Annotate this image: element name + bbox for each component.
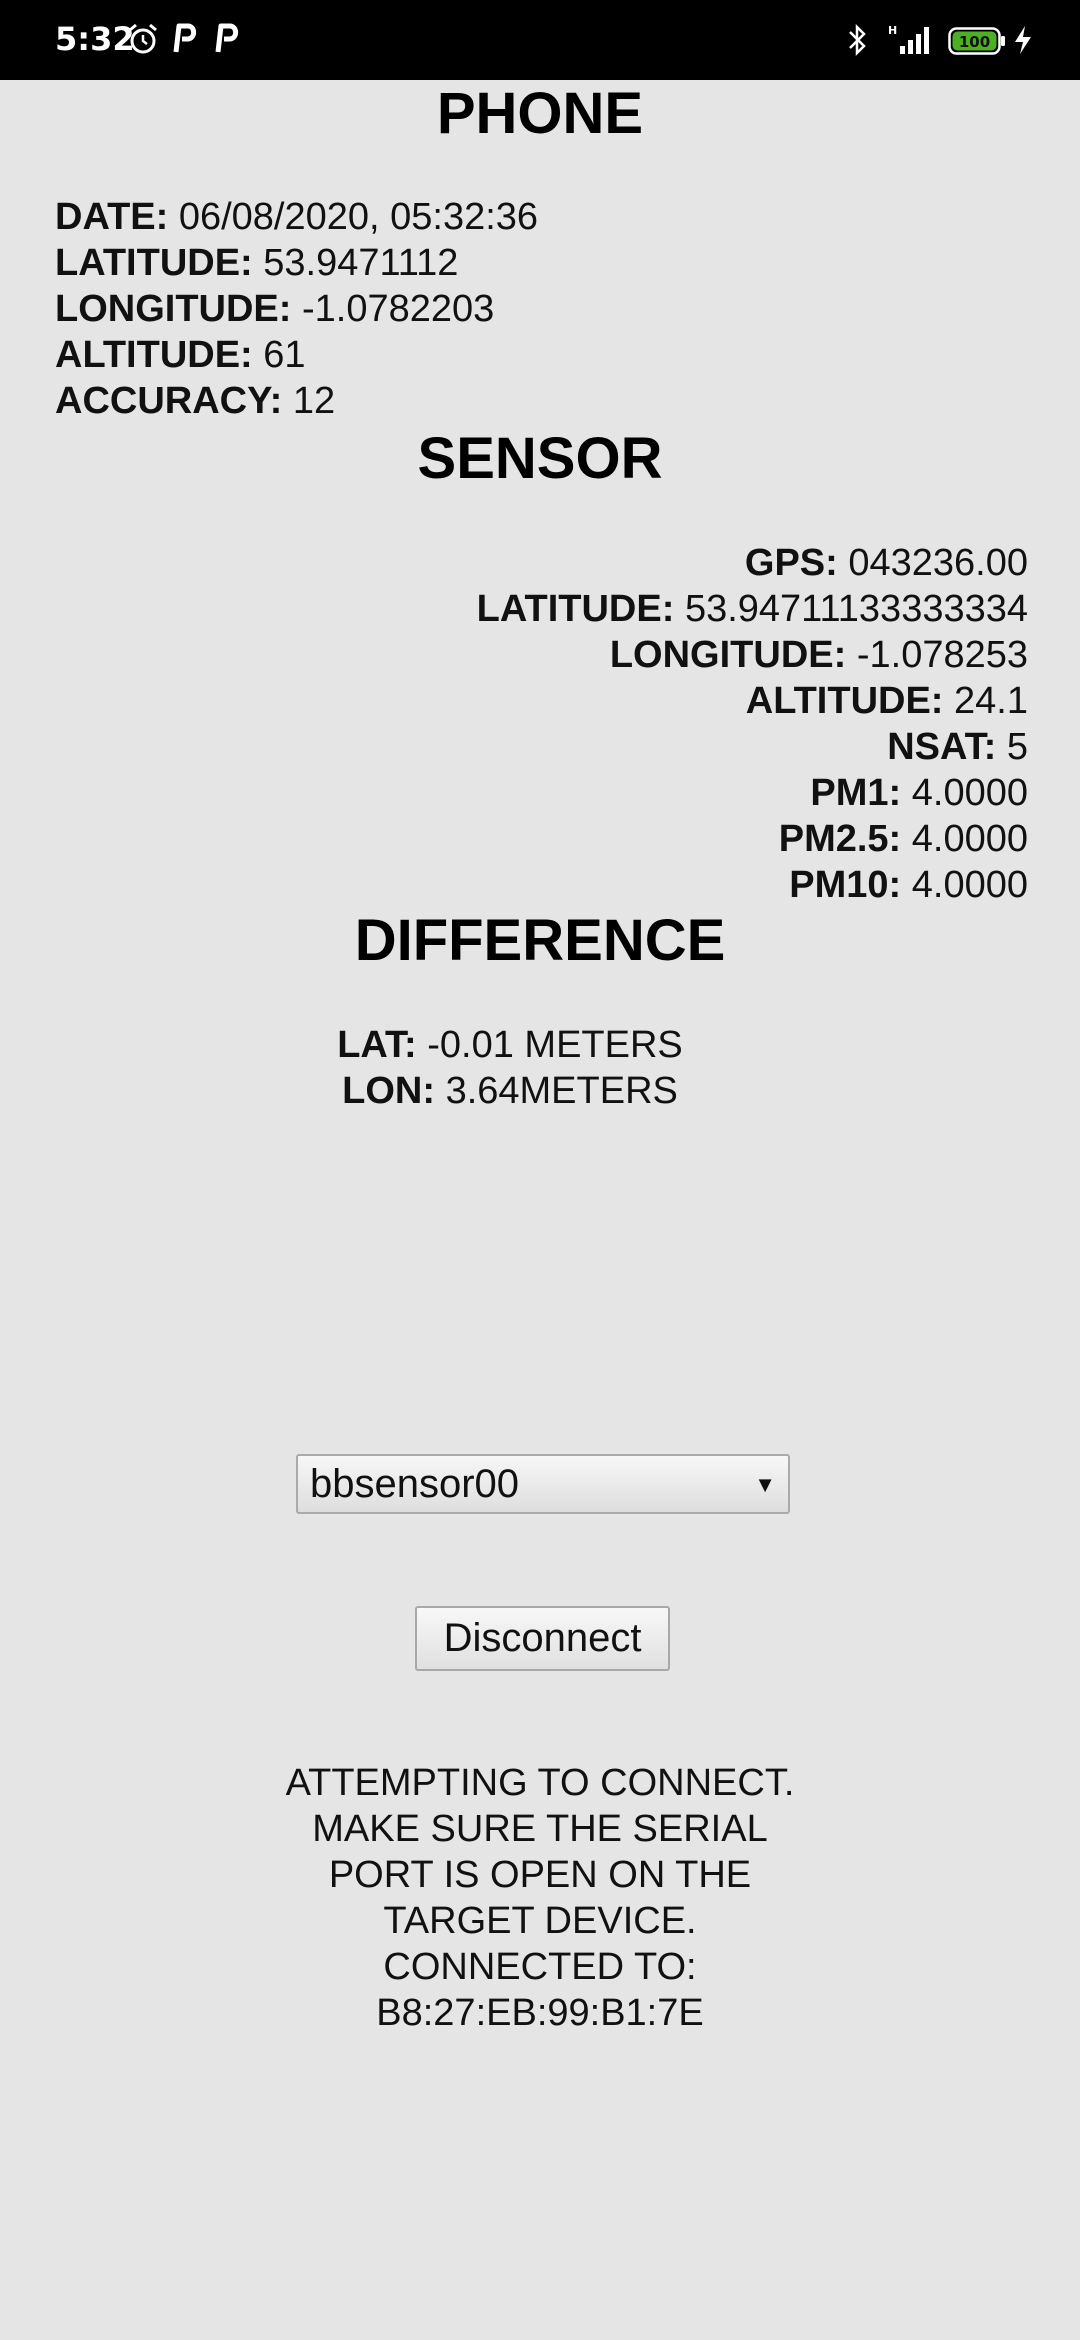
row-value: 12 bbox=[292, 380, 336, 422]
row-value: 4.0000 bbox=[911, 818, 1028, 860]
connection-status-message: ATTEMPTING TO CONNECT. MAKE SURE THE SER… bbox=[0, 1760, 1080, 2036]
row-label: LAT: bbox=[337, 1024, 417, 1066]
row-label: PM10: bbox=[789, 864, 902, 906]
status-line: B8:27:EB:99:B1:7E bbox=[376, 1992, 704, 2034]
row-value: -1.078253 bbox=[856, 634, 1028, 676]
row-label: ALTITUDE: bbox=[745, 680, 944, 722]
status-line: ATTEMPTING TO CONNECT. bbox=[285, 1762, 795, 1804]
sensor-altitude-row: ALTITUDE: 24.1 bbox=[477, 678, 1028, 724]
alarm-icon bbox=[129, 23, 157, 54]
row-label: ALTITUDE: bbox=[55, 334, 253, 376]
sensor-pm25-row: PM2.5: 4.0000 bbox=[477, 816, 1028, 862]
row-label: PM2.5: bbox=[778, 818, 902, 860]
row-label: LATITUDE: bbox=[476, 588, 675, 630]
row-value: 043236.00 bbox=[848, 542, 1028, 584]
row-value: 53.94711133333334 bbox=[684, 588, 1028, 630]
row-value: -0.01 METERS bbox=[427, 1024, 683, 1066]
sensor-pm1-row: PM1: 4.0000 bbox=[477, 770, 1028, 816]
battery-icon: 100 bbox=[948, 27, 1006, 55]
row-label: LONGITUDE: bbox=[609, 634, 847, 676]
row-label: GPS: bbox=[744, 542, 838, 584]
row-label: PM1: bbox=[810, 772, 902, 814]
row-value: 06/08/2020, 05:32:36 bbox=[178, 196, 539, 238]
dropdown-arrow-icon: ▼ bbox=[754, 1472, 776, 1497]
status-line: CONNECTED TO: bbox=[383, 1946, 697, 1988]
charging-icon bbox=[1015, 26, 1031, 54]
sensor-nsat-row: NSAT: 5 bbox=[477, 724, 1028, 770]
bluetooth-icon bbox=[849, 23, 866, 57]
sensor-pm10-row: PM10: 4.0000 bbox=[477, 862, 1028, 908]
difference-lat-row: LAT: -0.01 METERS bbox=[0, 1022, 1020, 1068]
phone-date-row: DATE: 06/08/2020, 05:32:36 bbox=[55, 194, 538, 240]
difference-info: LAT: -0.01 METERS LON: 3.64METERS bbox=[0, 1022, 1080, 1114]
sensor-gps-row: GPS: 043236.00 bbox=[477, 540, 1028, 586]
row-value: -1.0782203 bbox=[302, 288, 495, 330]
p-notification-icon bbox=[215, 23, 239, 53]
phone-latitude-row: LATITUDE: 53.9471112 bbox=[55, 240, 538, 286]
sensor-latitude-row: LATITUDE: 53.94711133333334 bbox=[477, 586, 1028, 632]
battery-level: 100 bbox=[959, 33, 990, 51]
device-select[interactable]: bbsensor00 ▼ bbox=[296, 1454, 790, 1514]
device-select-value: bbsensor00 bbox=[310, 1462, 520, 1506]
row-label: NSAT: bbox=[887, 726, 997, 768]
row-value: 3.64METERS bbox=[445, 1070, 678, 1112]
difference-section-title: DIFFERENCE bbox=[354, 908, 726, 973]
phone-longitude-row: LONGITUDE: -1.0782203 bbox=[55, 286, 538, 332]
phone-altitude-row: ALTITUDE: 61 bbox=[55, 332, 538, 378]
row-label: LON: bbox=[342, 1070, 435, 1112]
sensor-section-title: SENSOR bbox=[417, 426, 663, 491]
status-time: 5:32 bbox=[55, 20, 135, 58]
sensor-info: GPS: 043236.00 LATITUDE: 53.947111333333… bbox=[477, 540, 1028, 908]
row-label: LONGITUDE: bbox=[55, 288, 292, 330]
disconnect-button[interactable]: Disconnect bbox=[415, 1606, 670, 1671]
row-value: 4.0000 bbox=[911, 864, 1028, 906]
row-value: 24.1 bbox=[954, 680, 1028, 722]
row-value: 61 bbox=[263, 334, 306, 376]
row-label: ACCURACY: bbox=[55, 380, 283, 422]
row-value: 4.0000 bbox=[911, 772, 1028, 814]
row-value: 53.9471112 bbox=[263, 242, 459, 284]
signal-icon: H bbox=[888, 24, 929, 54]
status-line: TARGET DEVICE. bbox=[383, 1900, 697, 1942]
svg-text:H: H bbox=[888, 24, 897, 37]
p-notification-icon bbox=[173, 23, 197, 53]
status-bar: 5:32 H 100 bbox=[0, 0, 1080, 80]
phone-accuracy-row: ACCURACY: 12 bbox=[55, 378, 538, 424]
sensor-longitude-row: LONGITUDE: -1.078253 bbox=[477, 632, 1028, 678]
row-label: LATITUDE: bbox=[55, 242, 253, 284]
phone-section-title: PHONE bbox=[436, 81, 644, 146]
status-line: MAKE SURE THE SERIAL bbox=[312, 1808, 768, 1850]
status-line: PORT IS OPEN ON THE bbox=[328, 1854, 752, 1896]
row-value: 5 bbox=[1006, 726, 1028, 768]
phone-info: DATE: 06/08/2020, 05:32:36 LATITUDE: 53.… bbox=[55, 194, 538, 424]
row-label: DATE: bbox=[55, 196, 169, 238]
difference-lon-row: LON: 3.64METERS bbox=[0, 1068, 1020, 1114]
